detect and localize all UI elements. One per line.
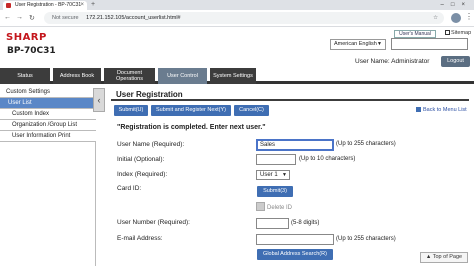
delete-id-button[interactable]: Delete ID: [256, 202, 292, 211]
language-select[interactable]: American English ▼: [330, 39, 386, 50]
page-title: User Registration: [111, 88, 469, 101]
profile-avatar[interactable]: [451, 13, 461, 23]
back-to-menu-label: Back to Menu List: [423, 107, 467, 113]
initial-input[interactable]: [256, 154, 296, 165]
back-icon: [416, 107, 421, 112]
browser-tab-bar: User Registration - BP-70C31 × + –□×: [0, 0, 474, 10]
main-nav: Status Address Book Document Operations …: [0, 68, 474, 84]
sitemap-link[interactable]: Sitemap: [445, 30, 471, 36]
chevron-down-icon: ▼: [377, 41, 382, 47]
sitemap-label: Sitemap: [451, 30, 472, 36]
favicon-icon: [6, 3, 11, 8]
address-bar-row: ← → ↻ Not secure 172.21.152.105/account_…: [0, 10, 474, 27]
index-value: User 1: [260, 172, 278, 178]
back-arrow-icon[interactable]: ←: [4, 14, 11, 21]
email-label: E-mail Address:: [117, 235, 163, 242]
brand-logo: SHARP: [6, 32, 47, 43]
index-label: Index (Required):: [117, 171, 168, 178]
user-number-input[interactable]: [256, 218, 289, 229]
window-controls[interactable]: –□×: [441, 0, 472, 10]
url-text: 172.21.152.105/account_userlist.html#: [86, 15, 181, 21]
bookmark-star-icon[interactable]: ☆: [433, 12, 438, 24]
browser-menu-icon[interactable]: ⋮: [465, 12, 473, 21]
email-hint: (Up to 255 characters): [336, 236, 396, 242]
initial-label: Initial (Optional):: [117, 156, 165, 163]
user-name-hint: (Up to 255 characters): [336, 141, 396, 147]
new-tab-icon[interactable]: +: [91, 0, 95, 10]
card-id-label: Card ID:: [117, 185, 142, 192]
sidebar-item-custom-settings[interactable]: Custom Settings: [0, 87, 96, 98]
tab-system-settings[interactable]: System Settings: [210, 68, 256, 84]
forward-arrow-icon[interactable]: →: [16, 14, 23, 21]
top-of-page-label: Top of Page: [432, 254, 463, 260]
sidebar-item-user-information-print[interactable]: User Information Print: [0, 131, 96, 142]
browser-tab-title: User Registration - BP-70C31: [15, 2, 82, 8]
tab-document-operations[interactable]: Document Operations: [104, 68, 155, 84]
language-value: American English: [334, 41, 377, 47]
user-name-input[interactable]: Sales: [256, 139, 334, 151]
collapse-sidebar-icon[interactable]: ‹: [93, 88, 105, 112]
user-number-hint: (5-8 digits): [291, 220, 320, 226]
back-to-menu-link[interactable]: Back to Menu List: [416, 107, 467, 113]
initial-hint: (Up to 10 characters): [299, 156, 356, 162]
cancel-button[interactable]: Cancel(C): [234, 105, 269, 116]
security-label: Not secure: [52, 15, 79, 21]
submit-button[interactable]: Submit(U): [114, 105, 148, 116]
user-number-label: User Number (Required):: [117, 219, 190, 226]
index-select[interactable]: User 1 ▼: [256, 170, 290, 180]
logout-button[interactable]: Logout: [441, 56, 470, 67]
close-tab-icon[interactable]: ×: [80, 1, 84, 10]
browser-tab[interactable]: User Registration - BP-70C31 ×: [3, 1, 87, 10]
users-manual-button[interactable]: User's Manual: [394, 30, 436, 38]
sitemap-icon: [445, 30, 450, 35]
chevron-down-icon: ▼: [282, 172, 287, 178]
user-name-label: User Name (Required):: [117, 141, 185, 148]
search-input[interactable]: [391, 38, 468, 50]
tab-status[interactable]: Status: [0, 68, 50, 84]
sidebar-item-custom-index[interactable]: Custom Index: [0, 109, 96, 120]
reload-icon[interactable]: ↻: [29, 14, 35, 22]
sidebar-item-user-list[interactable]: User List: [0, 98, 96, 109]
status-message: "Registration is completed. Enter next u…: [117, 124, 266, 131]
top-of-page-button[interactable]: ▲ Top of Page: [420, 252, 468, 263]
card-submit-button[interactable]: Submit(3): [257, 186, 293, 197]
delete-id-label: Delete ID: [267, 205, 293, 211]
submit-register-next-button[interactable]: Submit and Register Next(Y): [151, 105, 231, 116]
url-bar[interactable]: Not secure 172.21.152.105/account_userli…: [44, 12, 444, 24]
delete-id-checkbox[interactable]: [256, 202, 265, 211]
sidebar-item-organization-group-list[interactable]: Organization /Group List: [0, 120, 96, 131]
logged-in-user: User Name: Administrator: [355, 58, 430, 65]
device-model: BP-70C31: [7, 46, 56, 56]
tab-address-book[interactable]: Address Book: [53, 68, 101, 84]
global-address-search-button[interactable]: Global Address Search(R): [257, 249, 333, 260]
email-input[interactable]: [256, 234, 334, 245]
sidebar: Custom Settings User List Custom Index O…: [0, 87, 96, 266]
tab-user-control[interactable]: User Control: [158, 68, 207, 84]
